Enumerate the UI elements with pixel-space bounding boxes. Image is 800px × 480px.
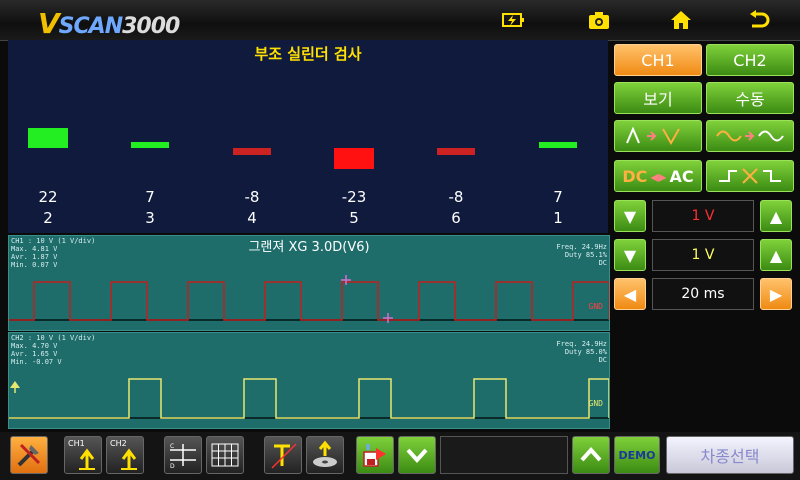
balance-value: -8 <box>448 188 464 206</box>
top-bar: VSCAN3000 <box>0 0 800 41</box>
svg-text:D: D <box>170 463 175 470</box>
balance-bar <box>28 128 68 148</box>
ch1-volt-up-button[interactable]: ▲ <box>760 200 792 232</box>
chevron-up-icon <box>580 447 602 462</box>
menu-up-button[interactable] <box>572 436 610 474</box>
view-button[interactable]: 보기 <box>614 82 702 114</box>
save-button[interactable] <box>356 436 394 474</box>
balance-bar <box>539 141 577 148</box>
tools-icon <box>17 443 41 467</box>
balance-bar <box>334 148 374 169</box>
time-display: 20 ms <box>652 278 754 310</box>
grid-button[interactable] <box>206 436 244 474</box>
ch2-button[interactable]: CH2 <box>706 44 794 76</box>
battery-charging-icon <box>502 10 524 30</box>
camera-icon[interactable] <box>588 10 610 30</box>
save-icon <box>363 444 386 467</box>
ch1-button[interactable]: CH1 <box>614 44 702 76</box>
trigger-marker-icon <box>10 381 20 393</box>
chevron-right-icon: ▶ <box>769 284 783 304</box>
cylinder-number: 2 <box>43 209 53 227</box>
ch1-volt-down-button[interactable]: ▼ <box>614 200 646 232</box>
cylinder-number: 4 <box>247 209 257 227</box>
app-logo: VSCAN3000 <box>38 7 180 40</box>
message-field <box>440 436 568 474</box>
svg-text:C: C <box>170 443 174 450</box>
balance-value: -23 <box>341 188 367 206</box>
menu-down-button[interactable] <box>398 436 436 474</box>
time-down-button[interactable]: ◀ <box>614 278 646 310</box>
cylinder-balance-panel: 부조 실린더 검사 22 2 7 3 -8 4 -23 5 -8 6 7 1 <box>8 40 608 233</box>
balance-value: 22 <box>38 188 58 206</box>
balance-bar <box>437 148 475 156</box>
load-button[interactable] <box>306 436 344 474</box>
disk-load-icon <box>313 440 337 467</box>
chevron-down-icon: ▼ <box>623 245 637 265</box>
cursor-button[interactable]: CD <box>164 436 202 474</box>
balance-title: 부조 실린더 검사 <box>254 45 362 63</box>
ch2-volt-up-button[interactable]: ▲ <box>760 239 792 271</box>
cylinder-number: 5 <box>349 209 359 227</box>
trigger-edge-icon <box>719 168 781 184</box>
ch2-volt-display: 1 V <box>652 239 754 271</box>
waveform-invert-icon <box>626 126 680 146</box>
ch2-volt-down-button[interactable]: ▼ <box>614 239 646 271</box>
back-icon[interactable] <box>748 10 770 30</box>
chevron-down-icon: ▼ <box>623 206 637 226</box>
grid-icon <box>211 443 239 467</box>
manual-button[interactable]: 수동 <box>706 82 794 114</box>
dc-ac-button[interactable]: DC ◂▸ AC <box>614 160 702 192</box>
balance-bar <box>131 141 169 148</box>
ch1-toggle-button[interactable]: CH1 <box>64 436 102 474</box>
trigger-edge-button[interactable] <box>706 160 794 192</box>
chevron-up-icon: ▲ <box>769 245 783 265</box>
cylinder-number: 3 <box>145 209 155 227</box>
time-up-button[interactable]: ▶ <box>760 278 792 310</box>
balance-value: 7 <box>145 188 155 206</box>
cylinder-number: 1 <box>553 209 563 227</box>
ch1-waveform <box>9 275 609 323</box>
text-button[interactable] <box>264 436 302 474</box>
cursor-icon: CD <box>170 443 196 470</box>
waveform-invert-button[interactable] <box>614 120 702 152</box>
balance-value: -8 <box>244 188 260 206</box>
chevron-down-icon <box>406 448 428 463</box>
cylinder-number: 6 <box>451 209 461 227</box>
ch2-waveform <box>9 378 609 419</box>
balance-bar <box>233 148 271 156</box>
waveform-smooth-icon <box>716 130 784 142</box>
channel-2-scope: CH2 : 10 V (1 V/div) Max. 4.70 V Avr. 1.… <box>8 332 610 429</box>
channel-1-scope: 그랜져 XG 3.0D(V6) CH1 : 10 V (1 V/div) Max… <box>8 235 610 331</box>
ch2-toggle-button[interactable]: CH2 <box>106 436 144 474</box>
tools-button[interactable] <box>10 436 48 474</box>
chevron-up-icon: ▲ <box>769 206 783 226</box>
ch1-volt-display: 1 V <box>652 200 754 232</box>
demo-button[interactable]: DEMO <box>614 436 660 474</box>
home-icon[interactable] <box>670 10 692 30</box>
text-tool-icon <box>271 443 297 469</box>
chevron-left-icon: ◀ <box>623 284 637 304</box>
balance-value: 7 <box>553 188 563 206</box>
vehicle-select-button[interactable]: 차종선택 <box>666 436 794 474</box>
ch1-cursor-marker <box>383 313 393 323</box>
waveform-smooth-button[interactable] <box>706 120 794 152</box>
